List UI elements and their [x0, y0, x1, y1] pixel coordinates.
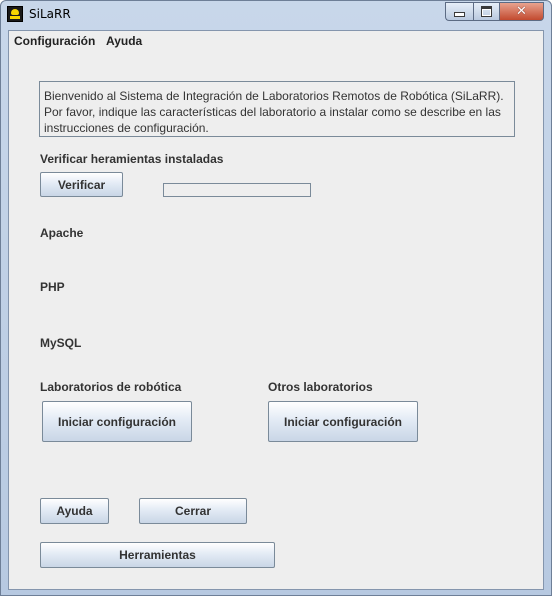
help-button[interactable]: Ayuda	[40, 498, 109, 524]
verify-progress-bar	[163, 183, 311, 197]
robotics-config-button[interactable]: Iniciar configuración	[42, 401, 192, 442]
menu-ayuda[interactable]: Ayuda	[106, 34, 142, 48]
minimize-button[interactable]	[445, 2, 473, 21]
verify-button[interactable]: Verificar	[40, 172, 123, 197]
verify-heading: Verificar heramientas instaladas	[40, 152, 224, 166]
other-labs-heading: Otros laboratorios	[268, 380, 373, 394]
maximize-icon	[481, 6, 492, 17]
close-window-button[interactable]: ✕	[500, 2, 544, 21]
robotics-labs-heading: Laboratorios de robótica	[40, 380, 182, 394]
minimize-icon	[454, 12, 465, 17]
menu-configuracion[interactable]: Configuración	[14, 34, 95, 48]
title-bar[interactable]: SiLaRR ✕	[1, 1, 551, 29]
window-title: SiLaRR	[29, 7, 71, 21]
other-config-button[interactable]: Iniciar configuración	[268, 401, 418, 442]
welcome-textarea[interactable]: Bienvenido al Sistema de Integración de …	[39, 81, 515, 137]
menu-bar: Configuración Ayuda	[9, 31, 543, 52]
main-window: SiLaRR ✕ Configuración Ayuda Bienvenido …	[0, 0, 552, 596]
mysql-label: MySQL	[40, 336, 82, 350]
app-icon[interactable]	[7, 6, 23, 22]
close-button[interactable]: Cerrar	[139, 498, 247, 524]
maximize-button[interactable]	[473, 2, 500, 21]
apache-label: Apache	[40, 226, 84, 240]
tools-button[interactable]: Herramientas	[40, 542, 275, 568]
welcome-text: Bienvenido al Sistema de Integración de …	[44, 89, 504, 135]
client-area: Configuración Ayuda Bienvenido al Sistem…	[8, 30, 544, 590]
php-label: PHP	[40, 280, 65, 294]
close-icon: ✕	[516, 4, 527, 19]
